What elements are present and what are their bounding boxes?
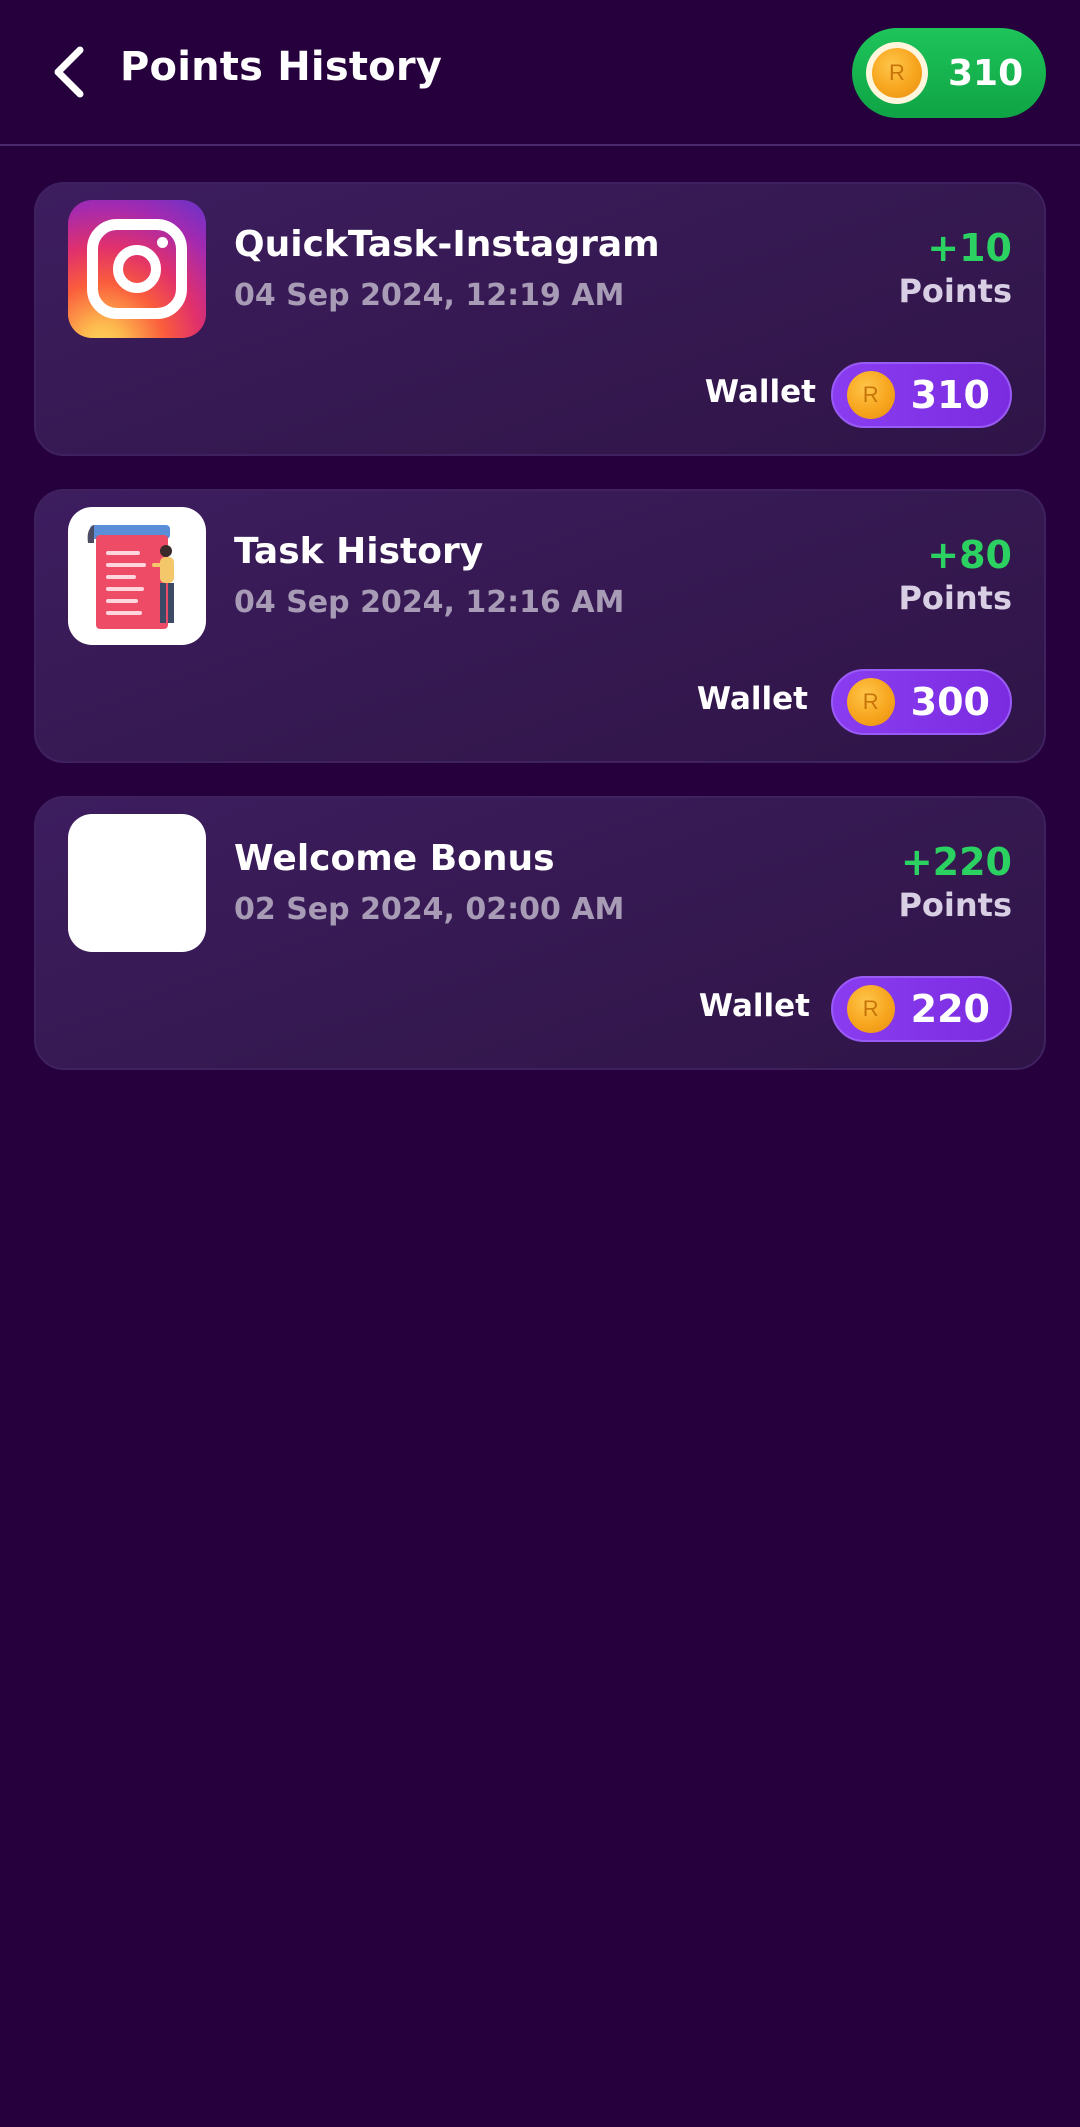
app-header: Points History R 310	[0, 0, 1080, 146]
back-button[interactable]	[30, 32, 110, 112]
coin-icon: R	[872, 48, 922, 98]
coin-icon: R	[846, 678, 895, 726]
points-unit-label: Points	[898, 272, 1012, 310]
points-amount: +80	[927, 533, 1012, 577]
wallet-label: Wallet	[704, 374, 816, 410]
history-card[interactable]: Welcome Bonus 02 Sep 2024, 02:00 AM +220…	[34, 796, 1046, 1070]
points-amount: +10	[927, 226, 1012, 270]
points-unit-label: Points	[898, 579, 1012, 617]
wallet-value: 300	[910, 680, 990, 724]
balance-value: 310	[948, 52, 1024, 94]
chevron-left-icon	[54, 46, 84, 98]
wallet-value: 310	[910, 373, 990, 417]
wallet-label: Wallet	[696, 681, 808, 717]
history-item-title: Task History	[234, 531, 484, 572]
history-item-date: 04 Sep 2024, 12:16 AM	[234, 585, 625, 620]
wallet-value: 220	[910, 987, 990, 1031]
wallet-balance-badge: R 220	[830, 976, 1012, 1042]
history-item-title: Welcome Bonus	[234, 838, 555, 879]
coin-icon: R	[846, 985, 895, 1033]
instagram-icon	[68, 200, 206, 338]
coin-icon: R	[846, 371, 895, 419]
history-item-title: QuickTask-Instagram	[234, 224, 660, 265]
wallet-label: Wallet	[698, 988, 810, 1024]
history-card[interactable]: Task History 04 Sep 2024, 12:16 AM +80 P…	[34, 489, 1046, 763]
blank-thumbnail-icon	[68, 814, 206, 952]
coin-ring: R	[866, 42, 928, 104]
history-card[interactable]: QuickTask-Instagram 04 Sep 2024, 12:19 A…	[34, 182, 1046, 456]
points-unit-label: Points	[898, 886, 1012, 924]
page-title: Points History	[120, 44, 443, 90]
history-item-date: 02 Sep 2024, 02:00 AM	[234, 892, 625, 927]
wallet-balance-badge: R 310	[830, 362, 1012, 428]
task-list-icon	[68, 507, 206, 645]
balance-badge[interactable]: R 310	[852, 28, 1046, 118]
history-item-date: 04 Sep 2024, 12:19 AM	[234, 278, 625, 313]
points-amount: +220	[900, 840, 1012, 884]
wallet-balance-badge: R 300	[830, 669, 1012, 735]
